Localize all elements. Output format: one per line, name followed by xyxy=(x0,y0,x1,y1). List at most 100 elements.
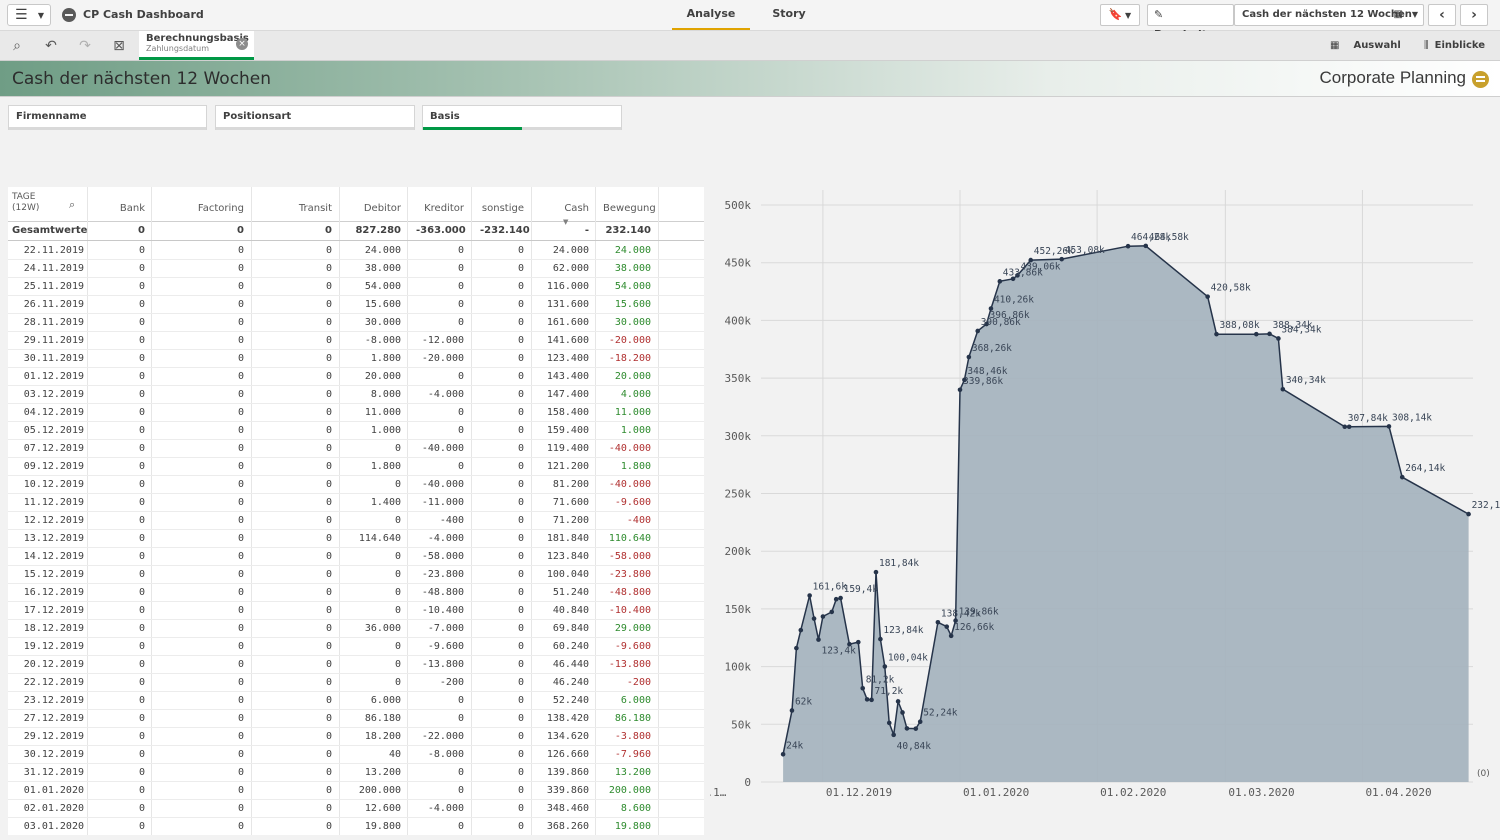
cell-cash: 126.660 xyxy=(546,749,589,760)
cell-bewegung: 54.000 xyxy=(614,281,651,292)
clear-selections-icon[interactable]: ⊠ xyxy=(110,38,128,54)
table-row[interactable]: 01.01.2020 0 0 0 200.000 0 0 339.860 200.000 xyxy=(8,782,704,800)
table-row[interactable]: 02.01.2020 0 0 0 12.600 -4.000 0 348.460 8.600 xyxy=(8,800,704,818)
cell-factoring: 0 xyxy=(237,713,244,724)
table-row[interactable]: 15.12.2019 0 0 0 0 -23.800 0 100.040 -23.800 xyxy=(8,566,704,584)
table-row[interactable]: 30.12.2019 0 0 0 40 -8.000 0 126.660 -7.960 xyxy=(8,746,704,764)
cell-sonstige: 0 xyxy=(517,695,524,706)
tage-header[interactable]: TAGE (12W) xyxy=(12,192,39,214)
cell-bewegung: 4.000 xyxy=(620,389,651,400)
data-point xyxy=(798,627,804,633)
cell-transit: 0 xyxy=(325,731,332,742)
table-row[interactable]: 04.12.2019 0 0 0 11.000 0 0 158.400 11.000 xyxy=(8,404,704,422)
col-header-cash[interactable]: Cash xyxy=(540,203,589,214)
data-label: 340,34k xyxy=(1286,375,1326,386)
app-icon xyxy=(62,8,76,22)
table-row[interactable]: 28.11.2019 0 0 0 30.000 0 0 161.600 30.000 xyxy=(8,314,704,332)
cell-kreditor: -20.000 xyxy=(421,353,464,364)
next-sheet-button[interactable]: › xyxy=(1460,4,1488,26)
cell-factoring: 0 xyxy=(237,407,244,418)
chevron-left-icon: ‹ xyxy=(1439,7,1445,23)
table-row[interactable]: 22.11.2019 0 0 0 24.000 0 0 24.000 24.000 xyxy=(8,242,704,260)
table-row[interactable]: 10.12.2019 0 0 0 0 -40.000 0 81.200 -40.000 xyxy=(8,476,704,494)
cash-area-chart[interactable]: 0 50k 100k 150k 200k 250k 300k 350k 400k 450k 500k… xyxy=(710,180,1500,800)
table-row[interactable]: 19.12.2019 0 0 0 0 -9.600 0 60.240 -9.600 xyxy=(8,638,704,656)
cell-sonstige: 0 xyxy=(517,821,524,832)
table-row[interactable]: 03.12.2019 0 0 0 8.000 -4.000 0 147.400 4.000 xyxy=(8,386,704,404)
table-row[interactable]: 29.11.2019 0 0 0 -8.000 -12.000 0 141.600 -20.00… xyxy=(8,332,704,350)
data-label: 139,86k xyxy=(959,607,999,618)
step-forward-icon[interactable]: ↷ xyxy=(76,38,94,54)
table-row[interactable]: 01.12.2019 0 0 0 20.000 0 0 143.400 20.000 xyxy=(8,368,704,386)
cell-date: 28.11.2019 xyxy=(23,317,84,328)
table-row[interactable]: 12.12.2019 0 0 0 0 -400 0 71.200 -400 xyxy=(8,512,704,530)
cell-bewegung: 8.600 xyxy=(620,803,651,814)
table-row[interactable]: 09.12.2019 0 0 0 1.800 0 0 121.200 1.800 xyxy=(8,458,704,476)
table-row[interactable]: 30.11.2019 0 0 0 1.800 -20.000 0 123.400 -18.200 xyxy=(8,350,704,368)
cell-debitor: 6.000 xyxy=(370,695,401,706)
cell-date: 22.12.2019 xyxy=(23,677,84,688)
table-row[interactable]: 24.11.2019 0 0 0 38.000 0 0 62.000 38.000 xyxy=(8,260,704,278)
smart-search-icon[interactable]: ⌕ xyxy=(8,38,26,54)
col-header-bank[interactable]: Bank xyxy=(96,203,145,214)
auswahl-button[interactable]: ▦ Auswahl xyxy=(1330,40,1401,51)
cell-bewegung: -400 xyxy=(626,515,651,526)
table-row[interactable]: 20.12.2019 0 0 0 0 -13.800 0 46.440 -13.800 xyxy=(8,656,704,674)
table-row[interactable]: 22.12.2019 0 0 0 0 -200 0 46.240 -200 xyxy=(8,674,704,692)
cell-bank: 0 xyxy=(138,749,145,760)
cell-transit: 0 xyxy=(325,353,332,364)
table-row[interactable]: 05.12.2019 0 0 0 1.000 0 0 159.400 1.000 xyxy=(8,422,704,440)
col-header-debitor[interactable]: Debitor xyxy=(348,203,401,214)
cell-kreditor: -4.000 xyxy=(427,389,464,400)
table-row[interactable]: 13.12.2019 0 0 0 114.640 -4.000 0 181.840 110.64… xyxy=(8,530,704,548)
table-row[interactable]: 31.12.2019 0 0 0 13.200 0 0 139.860 13.200 xyxy=(8,764,704,782)
table-row[interactable]: 27.12.2019 0 0 0 86.180 0 0 138.420 86.180 xyxy=(8,710,704,728)
cell-bewegung: 6.000 xyxy=(620,695,651,706)
cell-transit: 0 xyxy=(325,533,332,544)
tab-analyse[interactable]: Analyse xyxy=(672,0,750,30)
search-icon[interactable]: ⌕ xyxy=(69,198,75,212)
data-point xyxy=(917,719,923,725)
cell-date: 09.12.2019 xyxy=(23,461,84,472)
table-row[interactable]: 23.12.2019 0 0 0 6.000 0 0 52.240 6.000 xyxy=(8,692,704,710)
edit-button[interactable]: ✎ Bearbeiten xyxy=(1147,4,1234,41)
selection-chip[interactable]: Berechnungsbasis Zahlungsdatum × xyxy=(139,31,254,60)
table-row[interactable]: 03.01.2020 0 0 0 19.800 0 0 368.260 19.800 xyxy=(8,818,704,835)
filter-firmenname[interactable]: Firmenname xyxy=(8,105,207,130)
filter-positionsart[interactable]: Positionsart xyxy=(215,105,415,130)
table-row[interactable]: 16.12.2019 0 0 0 0 -48.800 0 51.240 -48.800 xyxy=(8,584,704,602)
data-point xyxy=(966,354,972,360)
col-header-bewegung[interactable]: Bewegung xyxy=(603,203,656,214)
sheet-selector[interactable]: Cash der nächsten 12 Wochen ▦ ▼ xyxy=(1234,4,1424,26)
filter-basis[interactable]: Basis xyxy=(422,105,622,130)
cell-kreditor: 0 xyxy=(457,371,464,382)
einblicke-button[interactable]: ⫼ Einblicke xyxy=(1424,40,1485,51)
cell-sonstige: 0 xyxy=(517,281,524,292)
col-header-transit[interactable]: Transit xyxy=(260,203,332,214)
data-label: 126,66k xyxy=(954,622,994,633)
global-menu-button[interactable]: ☰ ▼ xyxy=(7,4,51,26)
close-icon[interactable]: × xyxy=(236,38,248,50)
table-row[interactable]: 18.12.2019 0 0 0 36.000 -7.000 0 69.840 29.000 xyxy=(8,620,704,638)
table-row[interactable]: 25.11.2019 0 0 0 54.000 0 0 116.000 54.000 xyxy=(8,278,704,296)
table-row[interactable]: 07.12.2019 0 0 0 0 -40.000 0 119.400 -40.000 xyxy=(8,440,704,458)
col-header-sonstige[interactable]: sonstige xyxy=(480,203,524,214)
table-row[interactable]: 11.12.2019 0 0 0 1.400 -11.000 0 71.600 -9.600 xyxy=(8,494,704,512)
col-header-factoring[interactable]: Factoring xyxy=(160,203,244,214)
cell-factoring: 0 xyxy=(237,623,244,634)
previous-sheet-button[interactable]: ‹ xyxy=(1428,4,1456,26)
cell-factoring: 0 xyxy=(237,245,244,256)
step-back-icon[interactable]: ↶ xyxy=(42,38,60,54)
bookmark-button[interactable]: 🔖 ▼ xyxy=(1100,4,1140,26)
cell-debitor: 20.000 xyxy=(364,371,401,382)
cell-factoring: 0 xyxy=(237,263,244,274)
cell-transit: 0 xyxy=(325,551,332,562)
table-row[interactable]: 29.12.2019 0 0 0 18.200 -22.000 0 134.620 -3.800 xyxy=(8,728,704,746)
table-row[interactable]: 17.12.2019 0 0 0 0 -10.400 0 40.840 -10.400 xyxy=(8,602,704,620)
cell-factoring: 0 xyxy=(237,767,244,778)
table-row[interactable]: 14.12.2019 0 0 0 0 -58.000 0 123.840 -58.000 xyxy=(8,548,704,566)
table-row[interactable]: 26.11.2019 0 0 0 15.600 0 0 131.600 15.600 xyxy=(8,296,704,314)
tab-story[interactable]: Story xyxy=(760,0,818,30)
app-title: CP Cash Dashboard xyxy=(83,8,204,21)
col-header-kreditor[interactable]: Kreditor xyxy=(416,203,464,214)
